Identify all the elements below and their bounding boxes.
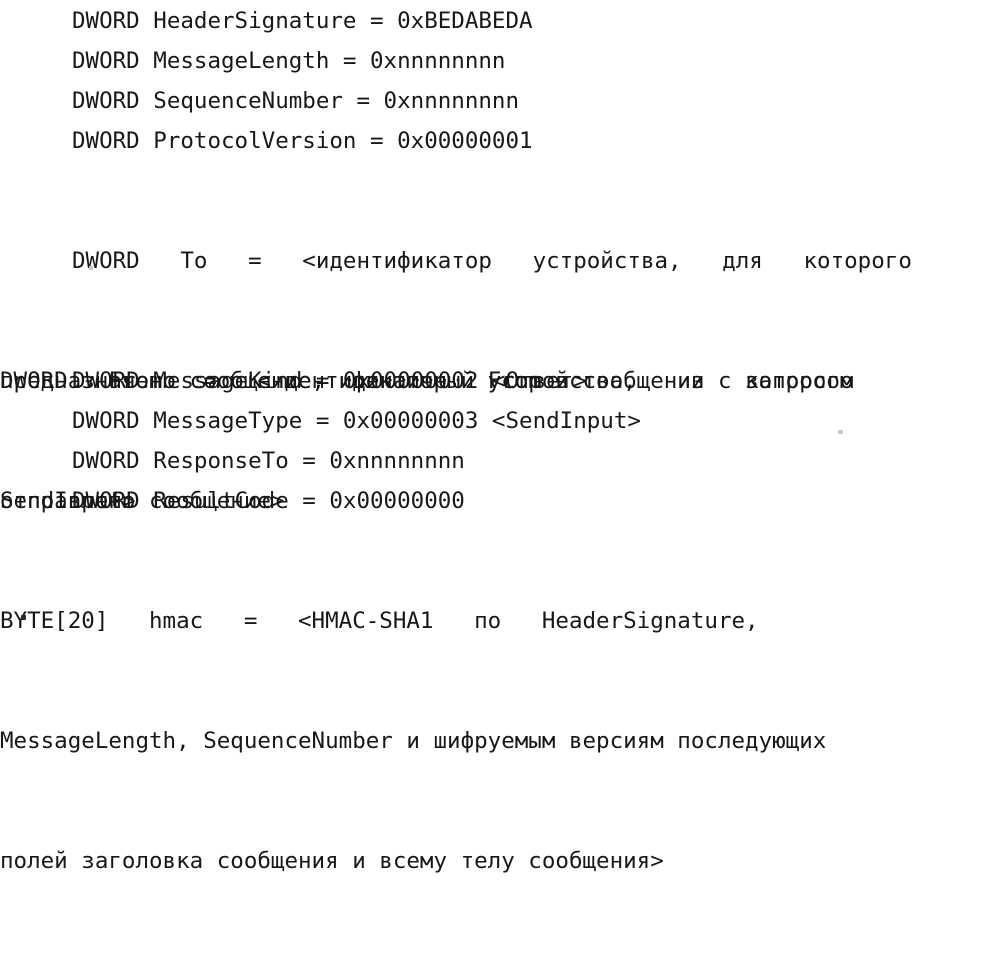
field-line-result-code: DWORD ResultCode = 0x00000000: [72, 488, 465, 514]
field-line-hmac-tail: полей заголовка сообщения и всему телу с…: [0, 848, 664, 874]
field-line-hmac-middle: MessageLength, SequenceNumber и шифруемы…: [0, 728, 827, 754]
field-line-message-length: DWORD MessageLength = 0xnnnnnnnn: [72, 48, 506, 74]
field-line-protocol-version: DWORD ProtocolVersion = 0x00000001: [72, 128, 533, 154]
scan-speckle-faint-icon-b: [838, 430, 843, 434]
field-line-header-signature: DWORD HeaderSignature = 0xBEDABEDA: [72, 8, 533, 34]
field-line-to-lead: DWORD To = <идентификатор устройства, дл…: [72, 248, 912, 274]
field-line-sequence-number: DWORD SequenceNumber = 0xnnnnnnnn: [72, 88, 520, 114]
scan-speckle-faint-icon-a: [89, 266, 93, 270]
field-line-hmac-lead: BYTE[20] hmac = <HMAC-SHA1 по HeaderSign…: [0, 608, 759, 634]
document-page: DWORD HeaderSignature = 0xBEDABEDA DWORD…: [0, 0, 1000, 874]
scan-speckle-dot-icon: [21, 615, 26, 620]
field-line-message-type: DWORD MessageType = 0x00000003 <SendInpu…: [72, 408, 641, 434]
field-line-response-to: DWORD ResponseTo = 0xnnnnnnnn: [72, 448, 465, 474]
field-line-message-kind: DWORD MessageKind = 0x00000002 <Ответ>: [72, 368, 587, 394]
field-paragraph-hmac: BYTE[20] hmac = <HMAC-SHA1 по HeaderSign…: [0, 521, 952, 961]
